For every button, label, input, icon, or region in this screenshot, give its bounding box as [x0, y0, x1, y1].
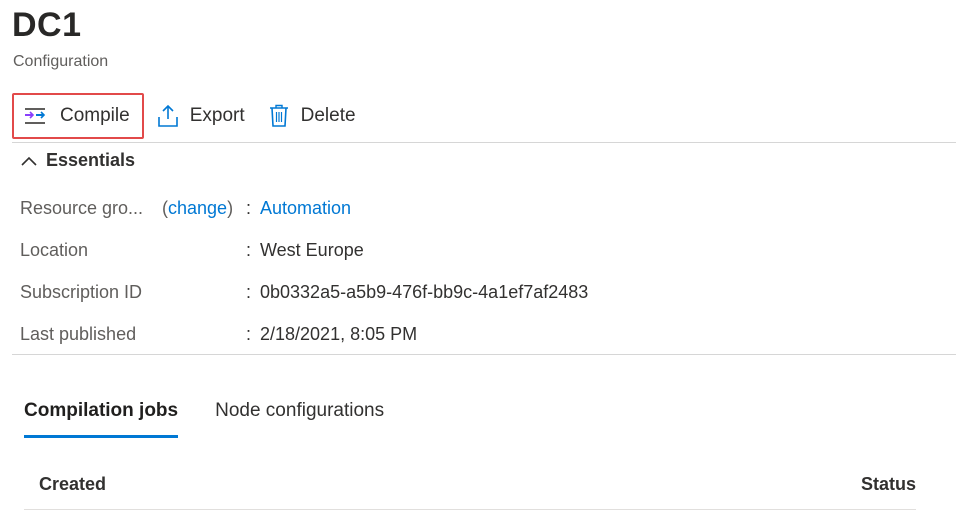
column-header-created[interactable]: Created — [39, 474, 106, 495]
essentials-row-subscription: Subscription ID : 0b0332a5-a5b9-476f-bb9… — [20, 280, 588, 304]
export-button[interactable]: Export — [146, 93, 257, 139]
command-bar: Compile Export Delete — [12, 92, 368, 140]
separator: : — [246, 197, 252, 218]
delete-label: Delete — [300, 105, 356, 126]
separator: : — [246, 323, 252, 344]
page-subtitle: Configuration — [13, 53, 109, 70]
toolbar-divider — [12, 142, 956, 143]
last-published-label: Last published — [20, 323, 137, 344]
resource-group-label: Resource gro... — [20, 197, 144, 218]
trash-icon — [269, 104, 288, 127]
essentials-divider — [12, 354, 956, 355]
column-header-status[interactable]: Status — [861, 474, 916, 495]
tab-bar: Compilation jobs Node configurations — [24, 400, 384, 438]
essentials-label: Essentials — [46, 150, 136, 170]
table-header-divider — [24, 509, 916, 510]
essentials-row-location: Location : West Europe — [20, 238, 364, 262]
subscription-id-label: Subscription ID — [20, 281, 143, 302]
change-wrapper: (change) — [162, 197, 234, 218]
compile-label: Compile — [60, 105, 130, 126]
essentials-row-resource-group: Resource gro... (change) : Automation — [20, 196, 351, 220]
subscription-id-value: 0b0332a5-a5b9-476f-bb9c-4a1ef7af2483 — [260, 281, 589, 302]
essentials-toggle[interactable]: Essentials — [20, 150, 135, 171]
essentials-row-last-published: Last published : 2/18/2021, 8:05 PM — [20, 322, 417, 346]
change-link[interactable]: change — [168, 198, 227, 218]
separator: : — [246, 281, 252, 302]
location-label: Location — [20, 239, 89, 260]
last-published-value: 2/18/2021, 8:05 PM — [260, 323, 418, 344]
tab-compilation-jobs[interactable]: Compilation jobs — [24, 400, 179, 438]
export-label: Export — [189, 105, 245, 126]
tab-node-configurations[interactable]: Node configurations — [215, 400, 384, 438]
page-title: DC1 — [12, 6, 82, 44]
location-value: West Europe — [260, 239, 364, 260]
compile-icon — [25, 108, 46, 124]
table-header: Created Status — [24, 472, 916, 498]
compile-button[interactable]: Compile — [12, 93, 144, 139]
separator: : — [246, 239, 252, 260]
chevron-up-icon — [21, 156, 37, 166]
export-icon — [157, 104, 178, 127]
delete-button[interactable]: Delete — [257, 93, 368, 139]
resource-group-link[interactable]: Automation — [260, 198, 351, 219]
